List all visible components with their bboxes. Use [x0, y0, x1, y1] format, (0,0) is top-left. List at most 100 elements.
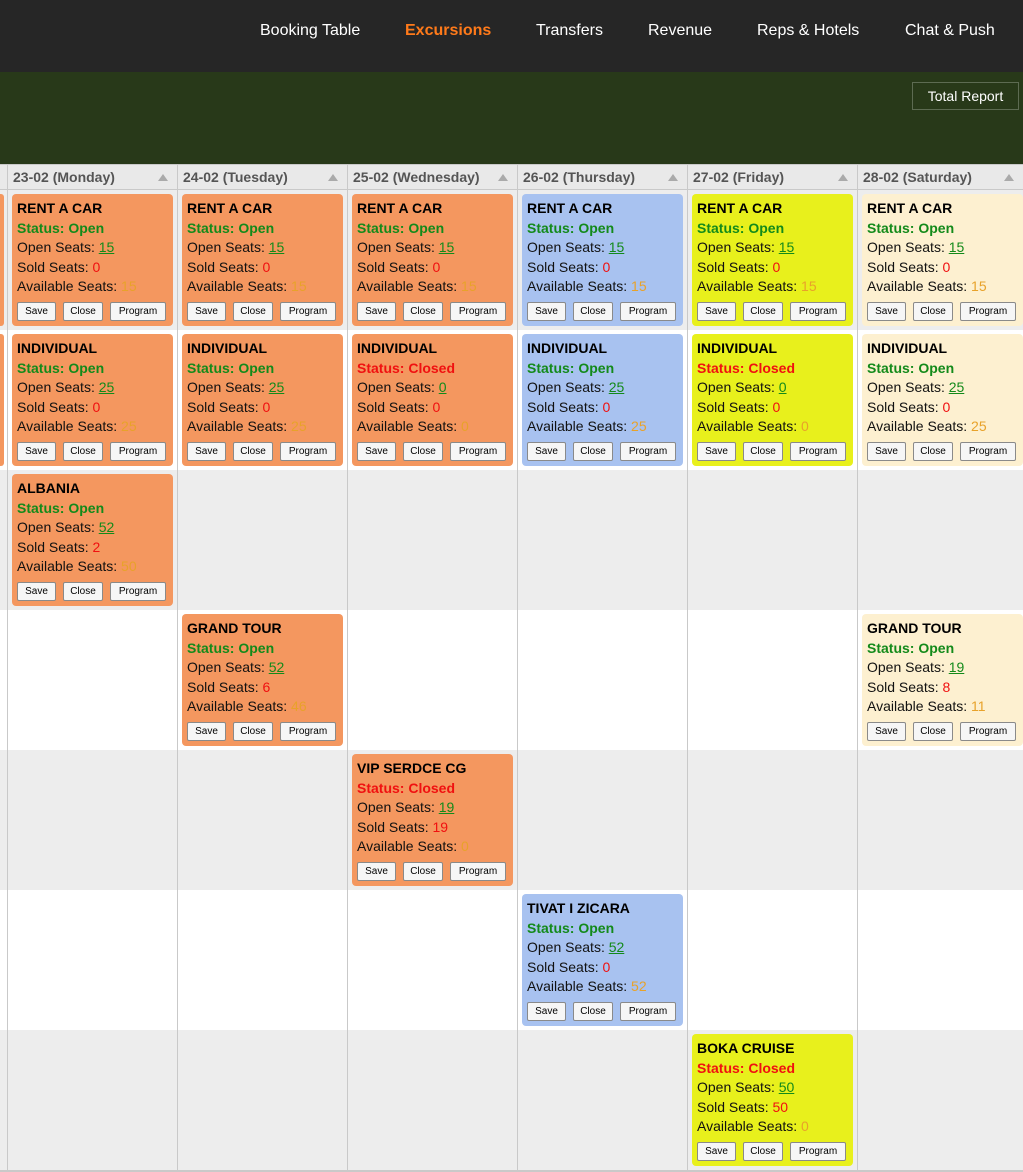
- nav-transfers[interactable]: Transfers: [536, 22, 603, 40]
- close-button[interactable]: Close: [63, 302, 103, 321]
- open-seats-link[interactable]: 0: [779, 379, 787, 395]
- status-line: Status: Open: [17, 359, 168, 379]
- day-header-friday[interactable]: 27-02 (Friday): [687, 165, 857, 190]
- open-seats-link[interactable]: 52: [99, 519, 115, 535]
- program-button[interactable]: Program: [450, 442, 506, 461]
- sort-arrow-icon[interactable]: [668, 174, 678, 181]
- sort-arrow-icon[interactable]: [1004, 174, 1014, 181]
- save-button[interactable]: Save: [187, 302, 226, 321]
- open-seats-label: Open Seats:: [867, 659, 949, 675]
- program-button[interactable]: Program: [110, 442, 166, 461]
- open-seats-link[interactable]: 25: [949, 379, 965, 395]
- save-button[interactable]: Save: [17, 442, 56, 461]
- excursion-card: RENT A CAR Status: Open Open Seats: 15 Sold…: [352, 194, 513, 326]
- open-seats-link[interactable]: 19: [439, 799, 455, 815]
- program-button[interactable]: Program: [450, 302, 506, 321]
- program-button[interactable]: Program: [960, 302, 1016, 321]
- close-button[interactable]: Close: [403, 862, 443, 881]
- open-seats-link[interactable]: 25: [99, 379, 115, 395]
- open-seats-label: Open Seats:: [187, 379, 269, 395]
- open-seats-link[interactable]: 50: [779, 1079, 795, 1095]
- close-button[interactable]: Close: [743, 442, 783, 461]
- close-button[interactable]: Close: [233, 442, 273, 461]
- save-button[interactable]: Save: [527, 302, 566, 321]
- close-button[interactable]: Close: [743, 302, 783, 321]
- sold-seats-line: Sold Seats: 19: [357, 818, 508, 838]
- save-button[interactable]: Save: [697, 1142, 736, 1161]
- program-button[interactable]: Program: [110, 302, 166, 321]
- program-button[interactable]: Program: [790, 442, 846, 461]
- save-button[interactable]: Save: [867, 722, 906, 741]
- close-button[interactable]: Close: [233, 722, 273, 741]
- open-seats-link[interactable]: 15: [439, 239, 455, 255]
- save-button[interactable]: Save: [867, 302, 906, 321]
- close-button[interactable]: Close: [403, 302, 443, 321]
- close-button[interactable]: Close: [913, 442, 953, 461]
- open-seats-link[interactable]: 15: [99, 239, 115, 255]
- day-header-thursday[interactable]: 26-02 (Thursday): [517, 165, 687, 190]
- program-button[interactable]: Program: [110, 582, 166, 601]
- close-button[interactable]: Close: [573, 442, 613, 461]
- program-button[interactable]: Program: [960, 442, 1016, 461]
- nav-booking-table[interactable]: Booking Table: [260, 22, 360, 40]
- nav-chat-push[interactable]: Chat & Push: [905, 22, 995, 40]
- open-seats-link[interactable]: 25: [609, 379, 625, 395]
- open-seats-link[interactable]: 52: [269, 659, 285, 675]
- open-seats-link[interactable]: 52: [609, 939, 625, 955]
- save-button[interactable]: Save: [357, 442, 396, 461]
- total-report-button[interactable]: Total Report: [912, 82, 1019, 110]
- day-header-tuesday[interactable]: 24-02 (Tuesday): [177, 165, 347, 190]
- open-seats-link[interactable]: 25: [269, 379, 285, 395]
- nav-excursions[interactable]: Excursions: [405, 22, 491, 40]
- save-button[interactable]: Save: [187, 722, 226, 741]
- save-button[interactable]: Save: [527, 442, 566, 461]
- sort-arrow-icon[interactable]: [498, 174, 508, 181]
- open-seats-link[interactable]: 15: [269, 239, 285, 255]
- close-button[interactable]: Close: [63, 582, 103, 601]
- nav-reps-hotels[interactable]: Reps & Hotels: [757, 22, 859, 40]
- close-button[interactable]: Close: [913, 722, 953, 741]
- close-button[interactable]: Close: [573, 302, 613, 321]
- close-button[interactable]: Close: [233, 302, 273, 321]
- program-button[interactable]: Program: [620, 1002, 676, 1021]
- close-button[interactable]: Close: [403, 442, 443, 461]
- close-button[interactable]: Close: [743, 1142, 783, 1161]
- program-button[interactable]: Program: [960, 722, 1016, 741]
- day-header-monday[interactable]: 23-02 (Monday): [7, 165, 177, 190]
- program-button[interactable]: Program: [620, 442, 676, 461]
- available-seats-line: Available Seats: 15: [17, 277, 168, 297]
- open-seats-link[interactable]: 0: [439, 379, 447, 395]
- program-button[interactable]: Program: [790, 1142, 846, 1161]
- open-seats-link[interactable]: 19: [949, 659, 965, 675]
- nav-revenue[interactable]: Revenue: [648, 22, 712, 40]
- open-seats-link[interactable]: 15: [779, 239, 795, 255]
- program-button[interactable]: Program: [280, 442, 336, 461]
- sold-seats-label: Sold Seats:: [17, 398, 93, 415]
- save-button[interactable]: Save: [357, 862, 396, 881]
- open-seats-link[interactable]: 15: [609, 239, 625, 255]
- save-button[interactable]: Save: [187, 442, 226, 461]
- program-button[interactable]: Program: [790, 302, 846, 321]
- sort-arrow-icon[interactable]: [838, 174, 848, 181]
- save-button[interactable]: Save: [697, 302, 736, 321]
- close-button[interactable]: Close: [63, 442, 103, 461]
- open-seats-line: Open Seats: 25: [867, 378, 1018, 398]
- open-seats-line: Open Seats: 0: [357, 378, 508, 398]
- open-seats-link[interactable]: 15: [949, 239, 965, 255]
- close-button[interactable]: Close: [573, 1002, 613, 1021]
- save-button[interactable]: Save: [17, 582, 56, 601]
- sort-arrow-icon[interactable]: [158, 174, 168, 181]
- program-button[interactable]: Program: [280, 722, 336, 741]
- program-button[interactable]: Program: [280, 302, 336, 321]
- save-button[interactable]: Save: [867, 442, 906, 461]
- close-button[interactable]: Close: [913, 302, 953, 321]
- save-button[interactable]: Save: [17, 302, 56, 321]
- save-button[interactable]: Save: [527, 1002, 566, 1021]
- save-button[interactable]: Save: [357, 302, 396, 321]
- day-header-wednesday[interactable]: 25-02 (Wednesday): [347, 165, 517, 190]
- program-button[interactable]: Program: [450, 862, 506, 881]
- program-button[interactable]: Program: [620, 302, 676, 321]
- save-button[interactable]: Save: [697, 442, 736, 461]
- day-header-saturday[interactable]: 28-02 (Saturday): [857, 165, 1023, 190]
- sort-arrow-icon[interactable]: [328, 174, 338, 181]
